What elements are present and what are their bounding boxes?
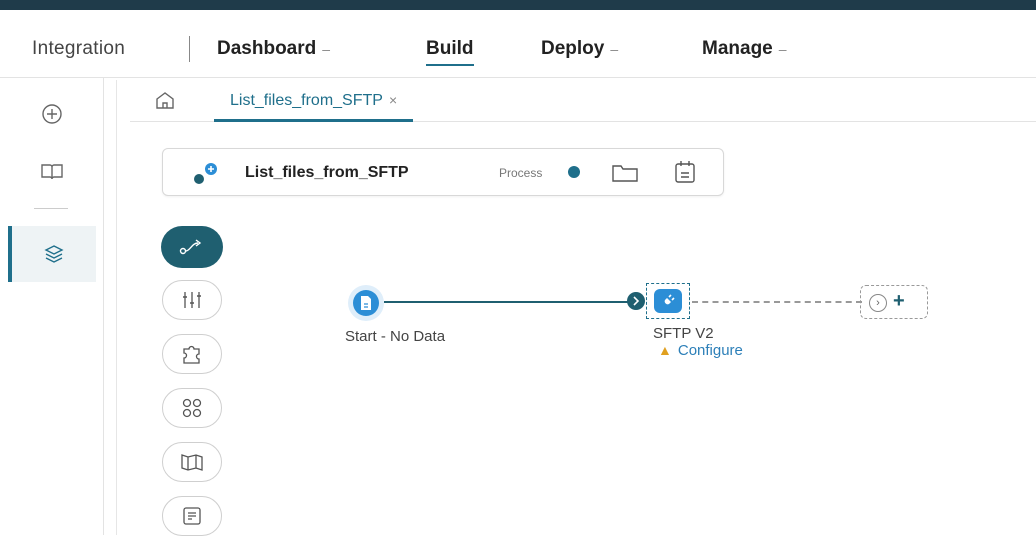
process-header: List_files_from_SFTP Process (162, 148, 724, 196)
apps-grid-icon (182, 398, 202, 418)
chevron-right-icon: › (869, 294, 887, 312)
tab-label: List_files_from_SFTP (230, 92, 383, 109)
nav-build-label: Build (426, 38, 474, 59)
palette-notes-button[interactable] (162, 496, 222, 536)
brand-label: Integration (32, 38, 126, 59)
add-step-button[interactable]: › + (860, 285, 928, 319)
sftp-node[interactable] (646, 283, 690, 319)
connector-line (384, 301, 630, 303)
nav-manage[interactable]: Manage – (702, 38, 787, 60)
palette-connector-button[interactable] (161, 226, 223, 268)
home-tab[interactable] (154, 90, 176, 115)
nav-manage-label: Manage (702, 38, 773, 59)
process-icon (194, 163, 217, 184)
start-node[interactable] (348, 285, 384, 321)
nav-dashboard[interactable]: Dashboard – (217, 38, 330, 60)
configure-link[interactable]: ▲ Configure (658, 342, 743, 359)
palette-map-button[interactable] (162, 442, 222, 482)
plug-icon (663, 294, 675, 306)
close-icon[interactable]: × (389, 92, 397, 108)
nav-deploy-label: Deploy (541, 38, 605, 59)
sftp-node-inner (654, 289, 682, 313)
plus-icon: + (893, 290, 905, 312)
panel-divider (116, 80, 117, 535)
left-rail (0, 78, 104, 535)
nav-deploy[interactable]: Deploy – (541, 38, 618, 60)
palette-apps-button[interactable] (162, 388, 222, 428)
palette-plugin-button[interactable] (162, 334, 222, 374)
book-icon (41, 164, 63, 180)
chevron-right-icon (633, 296, 640, 306)
add-circle-icon (42, 104, 62, 124)
rail-layers-button[interactable] (8, 226, 96, 282)
puzzle-icon (183, 345, 200, 364)
start-node-inner (353, 290, 379, 316)
process-type-label: Process (499, 166, 543, 180)
tab-list-files-from-sftp[interactable]: List_files_from_SFTP × (214, 80, 414, 122)
connector-shape-icon (179, 239, 202, 255)
chevron-down-icon: – (610, 41, 619, 57)
nav-divider (189, 36, 190, 62)
info-icon[interactable] (568, 166, 580, 178)
document-icon (361, 296, 371, 310)
rail-divider (34, 208, 68, 209)
nav-dashboard-label: Dashboard (217, 38, 317, 59)
layers-icon (44, 245, 64, 263)
process-name: List_files_from_SFTP (245, 164, 409, 181)
chevron-down-icon: – (778, 41, 787, 57)
tab-bar: List_files_from_SFTP × (130, 80, 1036, 122)
configure-label: Configure (677, 342, 743, 359)
palette-logic-button[interactable] (162, 280, 222, 320)
sftp-node-label: SFTP V2 (653, 325, 714, 342)
folder-icon[interactable] (611, 163, 639, 183)
connector-arrow[interactable] (627, 292, 645, 310)
warning-icon: ▲ (658, 342, 672, 358)
sliders-icon (183, 292, 201, 308)
nav-build[interactable]: Build (426, 38, 474, 66)
dashed-connector (692, 301, 862, 303)
top-bar (0, 0, 1036, 10)
calendar-icon[interactable] (673, 159, 697, 185)
notes-icon (183, 507, 201, 525)
map-icon (181, 454, 203, 471)
chevron-down-icon: – (322, 41, 331, 57)
home-icon (156, 92, 174, 109)
start-node-label: Start - No Data (345, 328, 446, 345)
top-navigation: Integration Dashboard – Build Deploy – Man… (0, 10, 1036, 78)
rail-library-button[interactable] (0, 144, 104, 200)
rail-add-button[interactable] (0, 86, 104, 142)
